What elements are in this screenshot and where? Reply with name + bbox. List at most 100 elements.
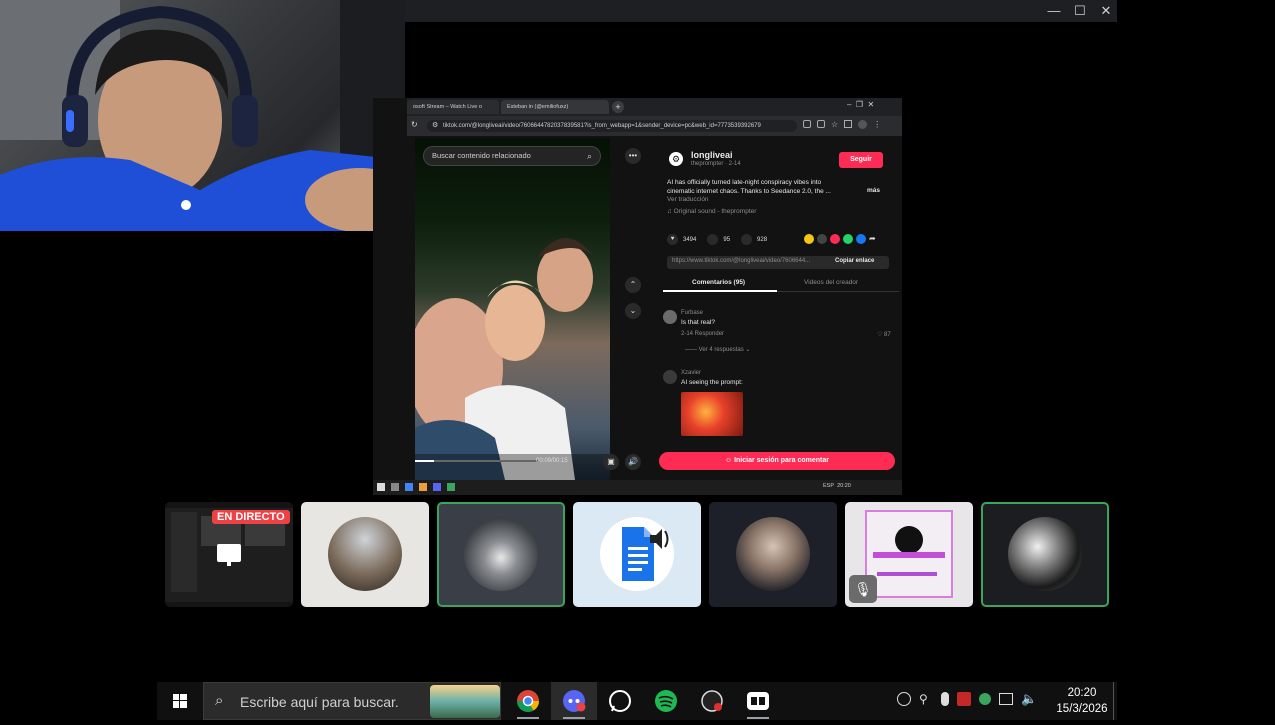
puzzle-icon[interactable] <box>844 120 853 128</box>
participant-tile[interactable] <box>573 502 701 607</box>
share-link-field[interactable]: https://www.tiktok.com/@longliveai/video… <box>667 256 889 269</box>
minimize-button[interactable]: — <box>1041 0 1067 22</box>
follow-button[interactable]: Seguir <box>839 152 883 168</box>
like-count: 3494 <box>683 236 697 243</box>
obs-tray-icon[interactable] <box>897 692 911 706</box>
windows-icon <box>173 694 187 708</box>
taskbar-app-chrome[interactable] <box>505 682 551 720</box>
extension-icon[interactable] <box>803 120 811 128</box>
taskbar-app-discord[interactable] <box>551 682 597 720</box>
floating-player-button[interactable]: ▣ <box>603 454 619 470</box>
camera-feed[interactable] <box>0 0 405 231</box>
embed-icon[interactable] <box>817 234 827 244</box>
creator-handle: theprompter · 2-14 <box>691 161 741 167</box>
show-desktop-button[interactable] <box>1113 682 1114 720</box>
search-icon[interactable]: ⌕ <box>587 147 592 165</box>
comment-icon[interactable] <box>707 234 719 245</box>
browser-window-controls[interactable]: – ❐ ✕ <box>847 100 874 109</box>
status-tray-icon[interactable] <box>979 693 991 705</box>
start-button[interactable] <box>157 682 203 720</box>
comment-text: Is that real? <box>681 319 715 326</box>
volume-button[interactable]: 🔊 <box>625 454 641 470</box>
discord-icon <box>563 690 586 719</box>
engagement-stats: ♥ 3494 95 928 <box>667 234 767 245</box>
network-icon[interactable] <box>999 693 1013 705</box>
close-button[interactable]: ✕ <box>1093 0 1119 22</box>
bookmark-icon[interactable] <box>741 234 753 245</box>
browser-tab-active[interactable]: Esteban in (@emiliofuxz) <box>501 100 609 114</box>
profile-art-image <box>873 526 945 576</box>
taskbar-clock[interactable]: 20:20 15/3/2026 <box>1053 685 1111 717</box>
comment-image[interactable] <box>681 392 743 436</box>
tab-comments[interactable]: Comentarios (95) <box>692 279 745 286</box>
app-window: — ☐ ✕ osoft Stream – Watch Live o Esteba… <box>0 0 1117 720</box>
taskbar-search-box[interactable]: ⌕ Escribe aquí para buscar. <box>203 682 501 720</box>
creator-name[interactable]: longliveai <box>691 150 733 160</box>
tab-creator-videos[interactable]: Videos del creador <box>804 279 858 286</box>
windows-taskbar: ⌕ Escribe aquí para buscar. ⚲ 🔈 20:20 15… <box>157 682 1117 720</box>
emoji-share-icon[interactable] <box>804 234 814 244</box>
close-icon: ✕ <box>1100 3 1112 18</box>
comment-user[interactable]: Furbase <box>681 310 703 316</box>
whatsapp-share-icon[interactable] <box>843 234 853 244</box>
new-tab-button[interactable]: + <box>612 101 624 113</box>
next-video-button[interactable]: ⌄ <box>625 303 641 319</box>
cast-icon[interactable] <box>817 120 825 128</box>
profile-icon[interactable] <box>858 120 868 129</box>
tray-time: 20:20 <box>837 483 851 489</box>
participant-tile[interactable] <box>301 502 429 607</box>
browser-tabstrip: osoft Stream – Watch Live o Esteban in (… <box>407 98 902 116</box>
tiktok-share-icon[interactable] <box>830 234 840 244</box>
search-highlight-image[interactable] <box>430 685 500 718</box>
participant-tile[interactable]: 🎙 <box>845 502 973 607</box>
document-speaker-icon <box>622 527 669 581</box>
login-to-comment-button[interactable]: ☺ Iniciar sesión para comentar <box>659 452 895 470</box>
taskbar-app-obs[interactable] <box>689 682 735 720</box>
participant-tile-stream[interactable]: EN DIRECTO <box>165 502 293 607</box>
related-search-input[interactable]: Buscar contenido relacionado ⌕ <box>423 146 601 166</box>
sound-link[interactable]: ♫ Original sound - theprompter <box>667 208 756 215</box>
whatsapp-icon <box>609 690 631 712</box>
maximize-button[interactable]: ☐ <box>1067 0 1093 22</box>
comment-user[interactable]: Xzavier <box>681 370 701 376</box>
taskbar-app-editor[interactable] <box>735 682 781 720</box>
share-link-text: https://www.tiktok.com/@longliveai/video… <box>672 258 811 264</box>
app-icon <box>391 483 399 491</box>
like-icon[interactable]: ♥ <box>667 234 678 245</box>
caption-more-link[interactable]: más <box>867 187 880 194</box>
participant-tile-speaking[interactable] <box>981 502 1109 607</box>
participant-tile-speaking[interactable] <box>437 502 565 607</box>
menu-icon[interactable]: ⋮ <box>873 120 881 132</box>
previous-video-button[interactable]: ⌃ <box>625 277 641 293</box>
bike-tray-icon[interactable]: ⚲ <box>919 692 933 706</box>
app-icon <box>419 483 427 491</box>
chevron-down-icon: ⌄ <box>629 306 637 315</box>
reload-icon[interactable]: ↻ <box>411 120 418 129</box>
security-tray-icon[interactable] <box>957 692 971 706</box>
save-count: 928 <box>757 236 768 243</box>
volume-icon[interactable]: 🔈 <box>1021 692 1037 706</box>
more-options-button[interactable]: ••• <box>625 148 641 164</box>
comment-avatar[interactable] <box>663 370 677 384</box>
comment-meta[interactable]: 2-14 Responder <box>681 331 724 337</box>
video-player[interactable]: 00:09/00:15 <box>415 138 610 480</box>
translate-link[interactable]: Ver traducción <box>667 196 709 203</box>
creator-avatar[interactable]: ⚙ <box>669 152 683 166</box>
facebook-share-icon[interactable] <box>856 234 866 244</box>
tab-label: Esteban in (@emiliofuxz) <box>507 104 569 110</box>
star-icon[interactable]: ☆ <box>831 120 838 132</box>
comment-avatar[interactable] <box>663 310 677 324</box>
copy-link-button[interactable]: Copiar enlace <box>835 258 874 264</box>
browser-tab[interactable]: osoft Stream – Watch Live o <box>407 100 499 114</box>
chrome-icon <box>517 690 539 719</box>
comment-likes[interactable]: ♡ 87 <box>877 331 891 338</box>
taskbar-app-spotify[interactable] <box>643 682 689 720</box>
microphone-icon[interactable] <box>941 692 949 706</box>
taskbar-app-whatsapp[interactable] <box>597 682 643 720</box>
url-field[interactable]: ⚙ tiktok.com/@longliveai/video/760664478… <box>427 120 797 132</box>
capcut-icon <box>747 692 769 719</box>
view-replies-link[interactable]: —— Ver 4 respuestas ⌄ <box>685 346 750 353</box>
participant-tile[interactable] <box>709 502 837 607</box>
share-arrow-icon[interactable]: ➦ <box>869 234 876 244</box>
pip-icon: ▣ <box>607 457 615 466</box>
